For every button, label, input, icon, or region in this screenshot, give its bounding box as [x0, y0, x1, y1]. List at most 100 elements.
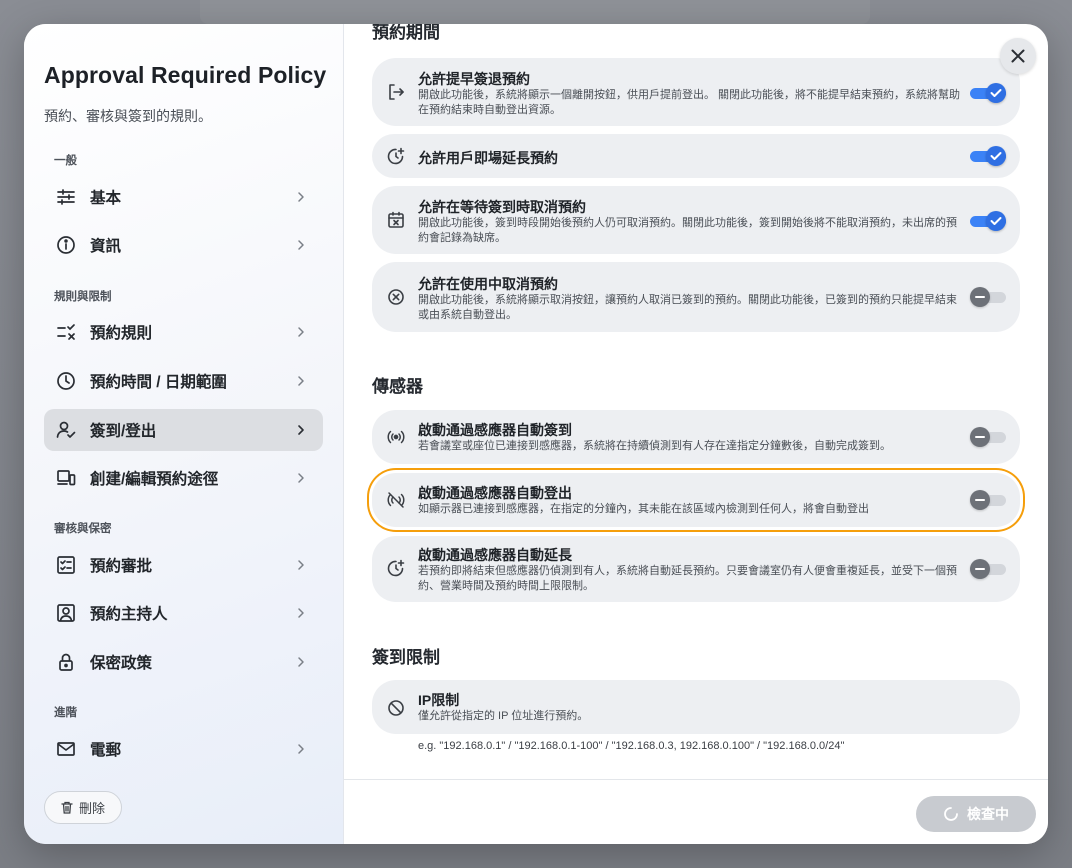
setting-title: 允許在等待簽到時取消預約: [418, 199, 586, 215]
broadcast-icon: [386, 427, 406, 447]
chevron-right-icon: [291, 559, 311, 571]
cancel-in-use-toggle[interactable]: [970, 287, 1006, 307]
section-title-sensor: 傳感器: [372, 377, 423, 396]
toggle-knob: [970, 287, 990, 307]
delete-label: 刪除: [78, 801, 105, 816]
sidebar-item-email[interactable]: 電郵: [44, 728, 323, 770]
chevron-right-icon: [291, 239, 311, 251]
chevron-right-icon: [291, 326, 311, 338]
sidebar-item-basic[interactable]: 基本: [44, 176, 323, 218]
setting-description: 若預約即將結束但感應器仍偵測到有人，系統將自動延長預約。只要會議室仍有人便會重複…: [418, 565, 957, 592]
calendar-x-icon: [386, 210, 406, 230]
setting-card-ip-limit[interactable]: IP限制 僅允許從指定的 IP 位址進行預約。: [372, 680, 1020, 734]
extend-toggle[interactable]: [970, 146, 1006, 166]
sidebar-item-approval[interactable]: 預約審批: [44, 544, 323, 586]
policy-subtitle: 預約、審核與簽到的規則。: [44, 108, 212, 124]
toggle-knob: [986, 146, 1006, 166]
sidebar-item-booking-rules[interactable]: 預約規則: [44, 311, 323, 353]
early-checkout-toggle[interactable]: [970, 83, 1006, 103]
setting-card-cancel-in-use: 允許在使用中取消預約 開啟此功能後，系統將顯示取消按鈕，讓預約人取消已簽到的預約…: [372, 262, 1020, 332]
setting-title: 啟動通過感應器自動延長: [418, 547, 572, 563]
chevron-right-icon: [291, 607, 311, 619]
sidebar-item-label: 創建/編輯預約途徑: [90, 471, 219, 488]
background-header: [200, 0, 870, 24]
sidebar-item-booking-time[interactable]: 預約時間 / 日期範圍: [44, 360, 323, 402]
sensor-extend-toggle[interactable]: [970, 559, 1006, 579]
broadcast-off-icon: [386, 490, 406, 510]
spinner-icon: [943, 806, 959, 822]
setting-title: 啟動通過感應器自動簽到: [418, 422, 572, 438]
sidebar-item-host[interactable]: 預約主持人: [44, 592, 323, 634]
chevron-right-icon: [291, 424, 311, 436]
chevron-right-icon: [291, 191, 311, 203]
section-label-approval: 審核與保密: [54, 523, 112, 535]
setting-card-sensor-checkin: 啟動通過感應器自動簽到 若會議室或座位已連接到感應器，系統將在持續偵測到有人存在…: [372, 410, 1020, 464]
setting-description: 若會議室或座位已連接到感應器，系統將在持續偵測到有人存在達指定分鐘數後，自動完成…: [418, 440, 891, 452]
toggle-knob: [986, 83, 1006, 103]
sidebar: Approval Required Policy 預約、審核與簽到的規則。 一般…: [24, 24, 344, 844]
checklist-icon: [56, 555, 76, 575]
sidebar-item-label: 保密政策: [90, 655, 153, 672]
close-icon: [1010, 48, 1026, 64]
contact-card-icon: [56, 603, 76, 623]
toggle-knob: [986, 211, 1006, 231]
setting-card-sensor-extend: 啟動通過感應器自動延長 若預約即將結束但感應器仍偵測到有人，系統將自動延長預約。…: [372, 536, 1020, 602]
setting-description: 開啟此功能後，系統將顯示一個離開按鈕，供用戶提前登出。 關閉此功能後，將不能提早…: [418, 89, 961, 116]
sidebar-item-create-edit[interactable]: 創建/編輯預約途徑: [44, 457, 323, 499]
close-button[interactable]: [1000, 38, 1036, 74]
setting-title: 允許在使用中取消預約: [418, 276, 558, 292]
setting-card-sensor-checkout: 啟動通過感應器自動登出 如顯示器已連接到感應器，在指定的分鐘內，其未能在該區域內…: [372, 473, 1020, 527]
toggle-knob: [970, 427, 990, 447]
section-label-general: 一般: [54, 155, 77, 167]
clock-plus-icon: [386, 558, 406, 578]
sidebar-item-checkin[interactable]: 簽到/登出: [44, 409, 323, 451]
section-label-rules: 規則與限制: [54, 291, 112, 303]
user-check-icon: [56, 420, 76, 440]
trash-icon: [61, 801, 73, 814]
devices-icon: [56, 468, 76, 488]
chevron-right-icon: [291, 656, 311, 668]
checking-label: 檢查中: [967, 806, 1009, 822]
info-icon: [56, 235, 76, 255]
setting-title: 啟動通過感應器自動登出: [418, 485, 572, 501]
setting-title: IP限制: [418, 692, 460, 708]
sidebar-item-label: 預約審批: [90, 558, 153, 575]
section-label-advanced: 進階: [54, 707, 77, 719]
policy-modal: Approval Required Policy 預約、審核與簽到的規則。 一般…: [24, 24, 1048, 844]
sidebar-item-privacy[interactable]: 保密政策: [44, 641, 323, 683]
chevron-right-icon: [291, 375, 311, 387]
ban-icon: [386, 698, 406, 718]
sidebar-item-label: 資訊: [90, 238, 122, 255]
delete-button[interactable]: 刪除: [44, 791, 122, 824]
setting-title: 允許提早簽退預約: [418, 71, 530, 87]
clock-plus-icon: [386, 146, 406, 166]
cancel-waiting-toggle[interactable]: [970, 211, 1006, 231]
section-title-booking-period: 預約期間: [372, 24, 440, 42]
lock-icon: [56, 652, 76, 672]
rules-list-icon: [56, 322, 76, 342]
toggle-knob: [970, 490, 990, 510]
chevron-right-icon: [291, 743, 311, 755]
setting-description: 如顯示器已連接到感應器，在指定的分鐘內，其未能在該區域內檢測到任何人，將會自動登…: [418, 503, 869, 515]
sidebar-item-label: 預約主持人: [90, 606, 168, 623]
section-title-checkin-limit: 簽到限制: [372, 648, 440, 667]
toggle-knob: [970, 559, 990, 579]
sidebar-item-label: 基本: [90, 190, 122, 207]
sidebar-item-label: 預約規則: [90, 325, 153, 342]
sidebar-item-label: 電郵: [90, 742, 122, 759]
sidebar-item-label: 預約時間 / 日期範圍: [90, 374, 227, 391]
sensor-checkout-toggle[interactable]: [970, 490, 1006, 510]
setting-title: 允許用戶即場延長預約: [418, 150, 558, 166]
chevron-right-icon: [291, 472, 311, 484]
checking-button[interactable]: 檢查中: [916, 796, 1036, 832]
sidebar-item-label: 簽到/登出: [90, 423, 157, 440]
sliders-icon: [56, 187, 76, 207]
setting-description: 開啟此功能後，簽到時段開始後預約人仍可取消預約。關閉此功能後，簽到開始後將不能取…: [418, 217, 957, 244]
sidebar-item-info[interactable]: 資訊: [44, 224, 323, 266]
circle-x-icon: [386, 287, 406, 307]
logout-icon: [386, 82, 406, 102]
setting-description: 開啟此功能後，系統將顯示取消按鈕，讓預約人取消已簽到的預約。關閉此功能後，已簽到…: [418, 294, 957, 321]
settings-panel: 預約期間 允許提早簽退預約 開啟此功能後，系統將顯示一個離開按鈕，供用戶提前登出…: [344, 24, 1048, 779]
sensor-checkin-toggle[interactable]: [970, 427, 1006, 447]
setting-card-extend: 允許用戶即場延長預約: [372, 134, 1020, 178]
